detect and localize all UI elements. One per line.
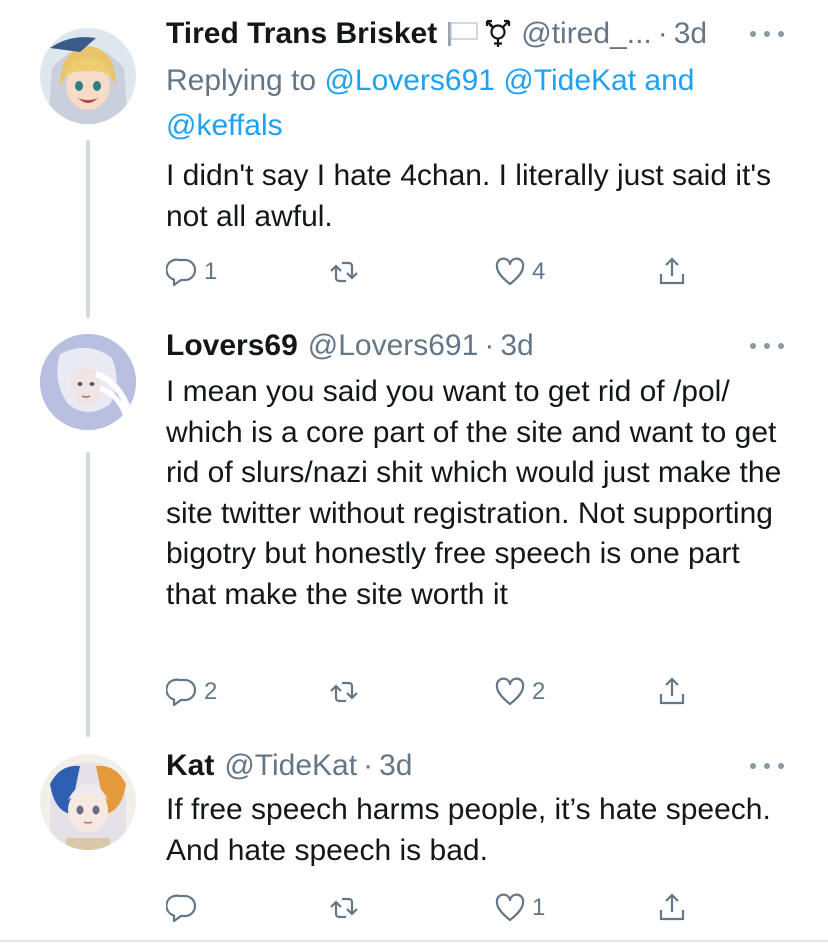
like-count: 2 <box>532 678 546 705</box>
avatar[interactable] <box>40 754 136 850</box>
like-button[interactable]: 2 <box>494 672 545 712</box>
share-icon <box>659 257 685 285</box>
user-handle[interactable]: @tired_... <box>521 14 652 54</box>
display-name[interactable]: Tired Trans Brisket <box>166 14 437 54</box>
reply-button[interactable] <box>166 888 204 928</box>
more-options-icon[interactable] <box>750 336 784 356</box>
timestamp[interactable]: 3d <box>500 326 533 366</box>
reply-count: 2 <box>204 678 218 705</box>
avatar[interactable] <box>40 334 136 430</box>
like-count: 4 <box>532 258 546 285</box>
avatar-image <box>40 754 136 850</box>
more-options-icon[interactable] <box>750 24 784 44</box>
retweet-icon <box>330 681 358 703</box>
separator-dot: · <box>657 17 668 50</box>
share-button[interactable] <box>656 252 688 292</box>
like-icon <box>495 257 525 286</box>
avatar-image <box>40 28 136 124</box>
reply-count: 1 <box>204 258 218 285</box>
share-button[interactable] <box>656 672 688 712</box>
mention-link[interactable]: @Lovers691 <box>324 64 495 97</box>
tweet-text: I didn't say I hate 4chan. I literally j… <box>166 159 772 233</box>
mention-link[interactable]: @keffals <box>166 109 283 142</box>
tweet[interactable]: Tired Trans Brisket @tired_... · 3d Repl… <box>0 0 828 320</box>
tweet-actions: 1 <box>166 888 706 928</box>
like-count: 1 <box>532 894 546 921</box>
reply-button[interactable]: 2 <box>166 672 217 712</box>
reply-icon <box>166 678 197 707</box>
like-button[interactable]: 4 <box>494 252 545 292</box>
display-name[interactable]: Lovers69 <box>166 326 298 366</box>
retweet-button[interactable] <box>328 888 366 928</box>
avatar[interactable] <box>40 28 136 124</box>
avatar-image <box>40 334 136 430</box>
like-icon <box>495 677 525 706</box>
retweet-button[interactable] <box>328 672 366 712</box>
mention-link[interactable]: @TideKat <box>503 64 636 97</box>
divider <box>0 940 828 942</box>
tweet-header: Lovers69 @Lovers691 · 3d <box>166 326 768 366</box>
share-icon <box>659 893 685 921</box>
retweet-icon <box>330 261 358 283</box>
reply-button[interactable]: 1 <box>166 252 217 292</box>
timestamp[interactable]: 3d <box>379 746 412 786</box>
share-icon <box>659 677 685 705</box>
transgender-symbol-icon <box>485 19 511 49</box>
like-button[interactable]: 1 <box>494 888 545 928</box>
replying-prefix: Replying to <box>166 64 317 97</box>
replying-to: Replying to @Lovers691 @TideKat and @kef… <box>166 58 766 148</box>
more-options-icon[interactable] <box>750 756 784 776</box>
separator-dot: · <box>363 749 374 782</box>
tweet[interactable]: Kat @TideKat · 3d If free speech harms p… <box>0 740 828 940</box>
user-handle[interactable]: @Lovers691 <box>308 326 479 366</box>
like-icon <box>495 893 525 922</box>
user-handle[interactable]: @TideKat <box>224 746 357 786</box>
retweet-button[interactable] <box>328 252 366 292</box>
retweet-icon <box>330 897 358 919</box>
reply-icon <box>166 894 197 923</box>
display-name[interactable]: Kat <box>166 746 214 786</box>
timestamp[interactable]: 3d <box>674 14 707 54</box>
mention-and[interactable]: and <box>644 64 694 97</box>
white-flag-icon <box>447 21 479 47</box>
tweet-text: I mean you said you want to get rid of /… <box>166 375 782 611</box>
tweet-header: Kat @TideKat · 3d <box>166 746 768 786</box>
tweet-actions: 2 2 <box>166 672 706 712</box>
tweet-text: If free speech harms people, it’s hate s… <box>166 793 771 867</box>
tweet-header: Tired Trans Brisket @tired_... · 3d <box>166 14 768 54</box>
tweet[interactable]: Lovers69 @Lovers691 · 3d I mean you said… <box>0 320 828 740</box>
separator-dot: · <box>484 329 495 362</box>
tweet-actions: 1 4 <box>166 252 706 292</box>
reply-icon <box>166 258 197 287</box>
share-button[interactable] <box>656 888 688 928</box>
